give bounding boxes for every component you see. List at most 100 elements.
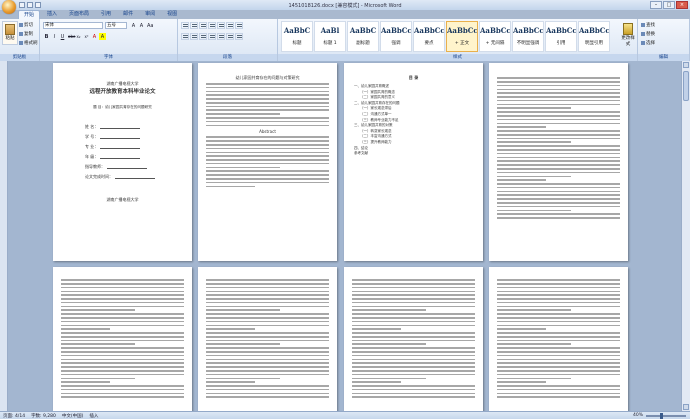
text-line xyxy=(206,155,329,157)
maximize-button[interactable]: □ xyxy=(663,1,675,9)
font-color-button[interactable]: A xyxy=(91,33,98,40)
bullets-icon[interactable] xyxy=(181,22,189,29)
scroll-down-icon[interactable] xyxy=(683,404,689,410)
text-line xyxy=(61,279,184,281)
decrease-indent-icon[interactable] xyxy=(208,22,216,29)
grow-font-button[interactable]: A xyxy=(130,22,137,29)
bold-button[interactable]: B xyxy=(43,33,50,40)
toc-item[interactable]: 参考文献 xyxy=(354,151,473,157)
text-line xyxy=(206,143,329,146)
page-cover[interactable]: 湖南广播电视大学 远程开放教育本科毕业论文 题 目：幼儿家园共育存在的问题研究 … xyxy=(53,63,192,261)
align-right-icon[interactable] xyxy=(199,33,207,40)
zoom-slider[interactable] xyxy=(646,412,686,419)
find-button[interactable]: 查找 xyxy=(641,22,655,28)
cover-field-label: 年 级： xyxy=(85,154,99,159)
subscript-button[interactable]: x₂ xyxy=(75,33,82,40)
underline-button[interactable]: U xyxy=(59,33,66,40)
page-body-2[interactable] xyxy=(53,267,192,411)
style-item[interactable]: AaBl 标题 1 xyxy=(314,21,346,52)
office-button[interactable] xyxy=(2,0,16,14)
line-spacing-icon[interactable] xyxy=(217,33,225,40)
shading-icon[interactable] xyxy=(226,33,234,40)
style-item[interactable]: AaBbCc 强调 xyxy=(380,21,412,52)
page-abstract[interactable]: 幼儿家园共育存在的问题与对策研究 Abstract xyxy=(198,63,337,261)
superscript-button[interactable]: x² xyxy=(83,33,90,40)
justify-icon[interactable] xyxy=(208,33,216,40)
replace-button[interactable]: 替换 xyxy=(641,31,655,37)
text-line xyxy=(61,298,184,300)
italic-button[interactable]: I xyxy=(51,33,58,40)
text-line xyxy=(352,317,475,319)
text-line xyxy=(206,101,329,104)
style-item[interactable]: AaBbC 副标题 xyxy=(347,21,379,52)
multilevel-list-icon[interactable] xyxy=(199,22,207,29)
page-body-4[interactable] xyxy=(344,267,483,411)
text-line xyxy=(497,377,571,380)
tab-home[interactable]: 开始 xyxy=(18,10,41,19)
minimize-button[interactable]: – xyxy=(650,1,662,9)
numbering-icon[interactable] xyxy=(190,22,198,29)
text-line xyxy=(352,347,475,349)
page-body-3[interactable] xyxy=(198,267,337,411)
style-item[interactable]: AaBbC 标题 xyxy=(281,21,313,52)
format-painter-button[interactable]: 格式刷 xyxy=(19,40,38,46)
text-line xyxy=(61,347,184,349)
close-button[interactable]: × xyxy=(676,1,688,9)
paste-label: 粘贴 xyxy=(5,36,15,41)
text-line xyxy=(352,377,426,380)
page-body-5[interactable] xyxy=(489,267,628,411)
font-name-combo[interactable]: 宋体 xyxy=(43,22,103,29)
tab-view[interactable]: 视图 xyxy=(162,10,182,19)
align-left-icon[interactable] xyxy=(181,33,189,40)
text-line xyxy=(352,324,475,327)
document-area[interactable]: 湖南广播电视大学 远程开放教育本科毕业论文 题 目：幼儿家园共育存在的问题研究 … xyxy=(0,61,690,411)
borders-icon[interactable] xyxy=(235,33,243,40)
page-body-1[interactable] xyxy=(489,63,628,261)
font-size-combo[interactable]: 五号 xyxy=(105,22,127,29)
text-line xyxy=(352,388,475,391)
page-toc[interactable]: 目 录 一、幼儿家园共育概述 （一）家园共育的概念 （二）家园共育的意义 二、幼儿家园… xyxy=(344,63,483,261)
cover-field-label: 论文完成时间： xyxy=(85,174,113,179)
scroll-thumb[interactable] xyxy=(683,71,689,101)
cover-field-line xyxy=(100,125,141,129)
increase-indent-icon[interactable] xyxy=(217,22,225,29)
shrink-font-button[interactable]: A xyxy=(138,22,145,29)
style-preview: AaBbCcD xyxy=(546,26,576,35)
style-item[interactable]: AaBbCcD 要点 xyxy=(413,21,445,52)
show-marks-icon[interactable] xyxy=(235,22,243,29)
word-count[interactable]: 字数: 9,280 xyxy=(31,413,56,419)
style-item[interactable]: AaBbCcD 引用 xyxy=(545,21,577,52)
insert-mode[interactable]: 插入 xyxy=(89,413,98,419)
text-line xyxy=(352,313,475,315)
style-item[interactable]: AaBbCcD + 正文 xyxy=(446,21,478,52)
text-line xyxy=(352,279,475,281)
align-center-icon[interactable] xyxy=(190,33,198,40)
strikethrough-button[interactable]: abe xyxy=(67,33,75,40)
scroll-up-icon[interactable] xyxy=(683,62,689,68)
zoom-level[interactable]: 40% xyxy=(633,413,643,418)
text-line xyxy=(206,332,329,334)
tab-insert[interactable]: 插入 xyxy=(42,10,62,19)
style-item[interactable]: AaBbCcD + 无间隔 xyxy=(479,21,511,52)
highlight-button[interactable]: A xyxy=(99,33,106,40)
tab-mailings[interactable]: 邮件 xyxy=(118,10,138,19)
text-line xyxy=(352,354,475,357)
page-count[interactable]: 页面: 4/14 xyxy=(3,413,25,419)
language[interactable]: 中文(中国) xyxy=(62,413,84,419)
sort-icon[interactable] xyxy=(226,22,234,29)
tab-review[interactable]: 审阅 xyxy=(140,10,160,19)
change-case-button[interactable]: Aa xyxy=(146,22,153,29)
tab-page-layout[interactable]: 页面布局 xyxy=(64,10,94,19)
select-button[interactable]: 选择 xyxy=(641,40,655,46)
tab-references[interactable]: 引用 xyxy=(96,10,116,19)
text-line xyxy=(497,118,620,121)
ribbon: 粘贴 剪切 复制 格式刷 剪贴板 宋体 五号 A A Aa B I U abe … xyxy=(0,19,690,61)
style-item[interactable]: AaBbCcD 不明显强调 xyxy=(512,21,544,52)
copy-button[interactable]: 复制 xyxy=(19,31,33,37)
vertical-scrollbar[interactable] xyxy=(681,61,690,411)
text-line xyxy=(206,177,329,180)
style-item[interactable]: AaBbCcD 明显引用 xyxy=(578,21,610,52)
cut-button[interactable]: 剪切 xyxy=(19,22,33,28)
paste-button[interactable]: 粘贴 xyxy=(2,21,18,45)
change-styles-button[interactable]: 更改样式 xyxy=(621,21,635,52)
